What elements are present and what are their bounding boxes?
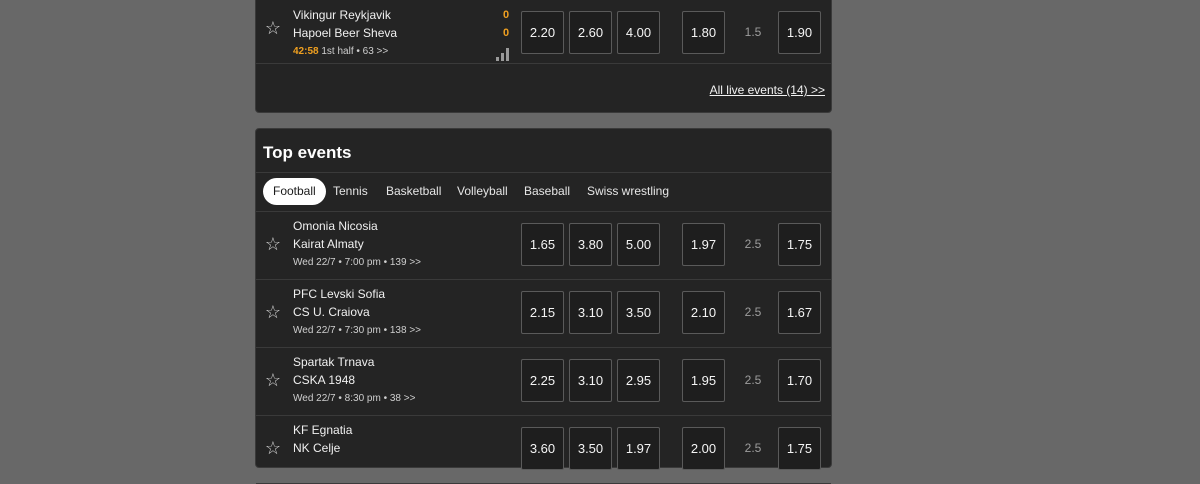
event-row: ☆ Omonia Nicosia Kairat Almaty Wed 22/7 … (256, 211, 831, 280)
section-title: Top events (263, 143, 352, 162)
total-line: 2.5 (744, 237, 762, 251)
tab-volleyball[interactable]: Volleyball (447, 178, 518, 205)
event-meta[interactable]: Wed 22/7 • 7:30 pm • 138 >> (293, 325, 421, 336)
odd-away-button[interactable]: 4.00 (617, 11, 660, 54)
home-team[interactable]: KF Egnatia (293, 423, 352, 437)
away-team[interactable]: CSKA 1948 (293, 373, 355, 387)
odd-draw-button[interactable]: 3.80 (569, 223, 612, 266)
favorite-star-icon[interactable]: ☆ (264, 303, 282, 321)
home-score: 0 (503, 9, 510, 21)
odd-over-button[interactable]: 2.00 (682, 427, 725, 470)
favorite-star-icon[interactable]: ☆ (264, 235, 282, 253)
odd-under-button[interactable]: 1.67 (778, 291, 821, 334)
home-team[interactable]: Spartak Trnava (293, 355, 374, 369)
tab-baseball[interactable]: Baseball (514, 178, 580, 205)
odd-home-button[interactable]: 2.25 (521, 359, 564, 402)
away-team[interactable]: Hapoel Beer Sheva (293, 26, 397, 40)
total-line: 1.5 (744, 25, 762, 39)
tab-football[interactable]: Football (263, 178, 326, 205)
odd-draw-button[interactable]: 3.50 (569, 427, 612, 470)
odd-under-button[interactable]: 1.75 (778, 223, 821, 266)
total-line: 2.5 (744, 373, 762, 387)
live-match-info[interactable]: 42:58 1st half • 63 >> (293, 46, 388, 57)
tab-swiss-wrestling[interactable]: Swiss wrestling (577, 178, 679, 205)
top-events-panel: Top events Football Tennis Basketball Vo… (255, 128, 832, 484)
total-line: 2.5 (744, 441, 762, 455)
odd-under-button[interactable]: 1.75 (778, 427, 821, 470)
tab-tennis[interactable]: Tennis (323, 178, 378, 205)
odd-over-button[interactable]: 1.95 (682, 359, 725, 402)
odd-draw-button[interactable]: 2.60 (569, 11, 612, 54)
away-team[interactable]: Kairat Almaty (293, 237, 364, 251)
odd-home-button[interactable]: 2.15 (521, 291, 564, 334)
odd-under-button[interactable]: 1.90 (778, 11, 821, 54)
home-team[interactable]: Omonia Nicosia (293, 219, 378, 233)
match-clock: 42:58 (293, 46, 319, 57)
live-stats-signal-icon[interactable] (496, 47, 512, 61)
odd-away-button[interactable]: 5.00 (617, 223, 660, 266)
odd-over-button[interactable]: 1.97 (682, 223, 725, 266)
away-score: 0 (503, 27, 510, 39)
event-meta[interactable]: Wed 22/7 • 8:30 pm • 38 >> (293, 393, 415, 404)
odd-away-button[interactable]: 3.50 (617, 291, 660, 334)
odd-over-button[interactable]: 2.10 (682, 291, 725, 334)
odd-draw-button[interactable]: 3.10 (569, 359, 612, 402)
event-meta[interactable]: Wed 22/7 • 7:00 pm • 139 >> (293, 257, 421, 268)
odd-away-button[interactable]: 2.95 (617, 359, 660, 402)
all-live-events-link[interactable]: All live events (14) >> (710, 83, 825, 97)
event-row: ☆ PFC Levski Sofia CS U. Craiova Wed 22/… (256, 279, 831, 348)
odd-home-button[interactable]: 2.20 (521, 11, 564, 54)
odd-under-button[interactable]: 1.70 (778, 359, 821, 402)
home-team[interactable]: Vikingur Reykjavik (293, 8, 391, 22)
odd-home-button[interactable]: 1.65 (521, 223, 564, 266)
match-period-markets: 1st half • 63 >> (321, 46, 389, 57)
live-event-row: ☆ Vikingur Reykjavik Hapoel Beer Sheva 4… (256, 0, 831, 64)
away-team[interactable]: CS U. Craiova (293, 305, 370, 319)
odd-away-button[interactable]: 1.97 (617, 427, 660, 470)
tab-basketball[interactable]: Basketball (376, 178, 451, 205)
sport-tabs: Football Tennis Basketball Volleyball Ba… (256, 172, 831, 212)
live-events-panel: ☆ Vikingur Reykjavik Hapoel Beer Sheva 4… (255, 0, 832, 113)
odd-draw-button[interactable]: 3.10 (569, 291, 612, 334)
home-team[interactable]: PFC Levski Sofia (293, 287, 385, 301)
favorite-star-icon[interactable]: ☆ (264, 371, 282, 389)
event-row: ☆ KF Egnatia NK Celje 3.60 3.50 1.97 2.0… (256, 415, 831, 484)
favorite-star-icon[interactable]: ☆ (264, 439, 282, 457)
favorite-star-icon[interactable]: ☆ (264, 19, 282, 37)
event-row: ☆ Spartak Trnava CSKA 1948 Wed 22/7 • 8:… (256, 347, 831, 416)
odd-over-button[interactable]: 1.80 (682, 11, 725, 54)
odd-home-button[interactable]: 3.60 (521, 427, 564, 470)
away-team[interactable]: NK Celje (293, 441, 340, 455)
total-line: 2.5 (744, 305, 762, 319)
